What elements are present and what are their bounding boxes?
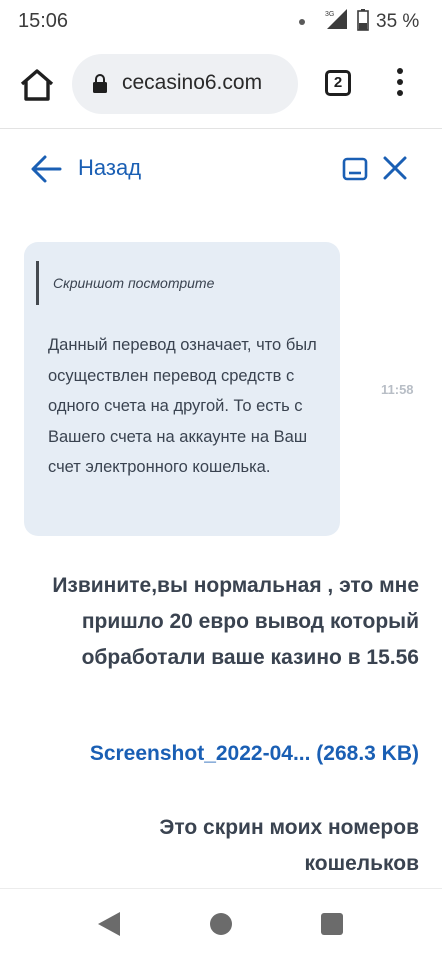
url-text[interactable]: cecasino6.com <box>122 71 292 95</box>
agent-message-bubble: Скриншот посмотрите Данный перевод означ… <box>24 242 340 536</box>
system-nav-bar <box>0 888 442 961</box>
tabs-icon[interactable]: 2 <box>325 70 351 96</box>
back-label: Назад <box>78 155 142 180</box>
quote-text: Скриншот посмотрите <box>53 275 215 291</box>
message-timestamp: 11:58 <box>381 382 414 397</box>
notification-dot-icon <box>299 19 305 25</box>
user-message: Извините,вы нормальная , это мне пришло … <box>52 574 419 669</box>
battery-percent: 35 % <box>376 11 420 32</box>
network-type-label: 3G <box>325 11 334 18</box>
chat-header: Назад <box>0 130 442 206</box>
user-message: Это скрин моих номеров кошельков <box>159 816 419 875</box>
signal-3g-icon: 3G <box>325 9 347 29</box>
quoted-message: Скриншот посмотрите <box>36 261 214 305</box>
home-icon[interactable] <box>18 66 56 104</box>
minimize-icon[interactable] <box>342 156 368 182</box>
nav-back-icon[interactable] <box>97 911 121 937</box>
close-icon[interactable] <box>381 154 409 182</box>
attachment-link[interactable]: Screenshot_2022-04... (268.3 KB) <box>90 742 419 766</box>
browser-toolbar: cecasino6.com 2 <box>0 44 442 129</box>
nav-recents-icon[interactable] <box>321 913 343 935</box>
more-vert-icon[interactable] <box>393 68 407 100</box>
status-bar: 15:06 3G 35 % <box>0 0 442 44</box>
url-bar[interactable]: cecasino6.com <box>72 54 298 114</box>
arrow-left-icon <box>31 155 62 183</box>
battery-icon <box>357 9 369 31</box>
nav-home-icon[interactable] <box>210 913 232 935</box>
agent-message-text: Данный перевод означает, что был осущест… <box>48 336 317 476</box>
lock-icon <box>93 74 107 93</box>
status-time: 15:06 <box>18 10 69 32</box>
